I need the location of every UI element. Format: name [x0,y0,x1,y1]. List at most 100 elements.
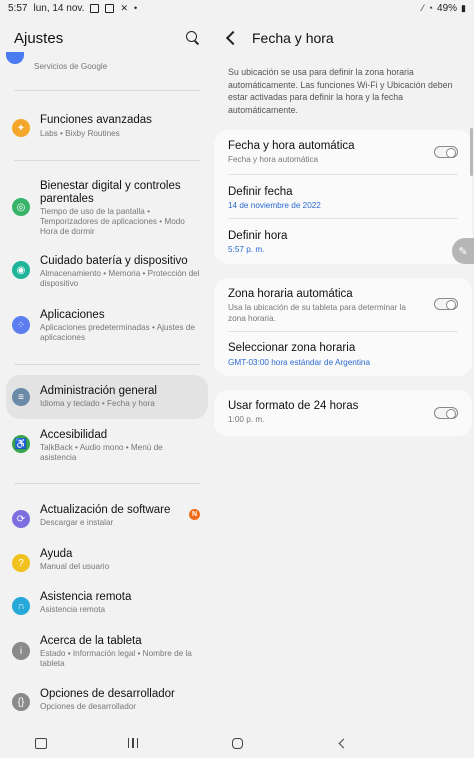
recent-apps-icon [127,738,139,748]
auto-timezone-row[interactable]: Zona horaria automática Usa la ubicación… [214,278,472,330]
more-notifications-icon: • [133,3,138,13]
scrollbar[interactable] [470,128,473,176]
list-item-subtitle: Estado • Información legal • Nombre de l… [40,649,192,668]
format-24h-row[interactable]: Usar formato de 24 horas 1:00 p. m. [214,390,472,436]
list-item-ayuda[interactable]: ? Ayuda Manual del usuario [6,548,208,578]
home-button[interactable] [230,736,244,750]
list-item-subtitle: Manual del usuario [40,562,110,571]
software-update-icon: ⟳ [12,510,30,528]
settings-header: Ajustes [0,16,214,60]
help-icon: ? [12,554,30,572]
divider [14,483,200,484]
divider [14,364,200,365]
status-time: 5:57 [8,2,28,14]
auto-timezone-toggle[interactable] [434,298,458,310]
list-item-title: Acerca de la tableta [40,635,142,647]
list-item-title: Opciones de desarrollador [40,688,175,700]
list-item-subtitle: TalkBack • Audio mono • Menú de asistenc… [40,443,163,462]
list-item-subtitle: Tiempo de uso de la pantalla • Temporiza… [40,207,185,236]
auto-timezone-subtitle: Usa la ubicación de su tableta para dete… [228,303,406,323]
list-item-subtitle: Almacenamiento • Memoria • Protección de… [40,269,200,288]
list-item-opciones-desarrollador[interactable]: {} Opciones de desarrollador Opciones de… [6,688,208,718]
list-item-accesibilidad[interactable]: ♿ Accesibilidad TalkBack • Audio mono • … [6,429,208,465]
device-care-icon: ◉ [12,261,30,279]
list-item-subtitle: Idioma y teclado • Fecha y hora [40,399,155,408]
navigation-bar [0,728,474,758]
list-item-subtitle: Aplicaciones predeterminadas • Ajustes d… [40,323,195,342]
list-item-acerca-tableta[interactable]: i Acerca de la tableta Estado • Informac… [6,635,208,671]
list-item-subtitle: Servicios de Google [34,62,108,71]
select-timezone-row[interactable]: Seleccionar zona horaria GMT-03:00 hora … [214,332,472,376]
sliders-icon: ≡ [12,388,30,406]
location-description: Su ubicación se usa para definir la zona… [228,67,453,115]
select-timezone-value: GMT-03:00 hora estándar de Argentina [228,358,371,367]
format-24h-toggle[interactable] [434,407,458,419]
divider [14,90,200,91]
list-item-administracion-general[interactable]: ≡ Administración general Idioma y teclad… [6,375,208,419]
select-timezone-title: Seleccionar zona horaria [228,342,356,354]
no-signal-icon: ⁄ [422,3,424,13]
list-item-cuidado-bateria[interactable]: ◉ Cuidado batería y dispositivo Almacena… [6,255,208,291]
wifi-icon: ◔ [427,3,434,13]
auto-timezone-title: Zona horaria automática [228,288,353,300]
detail-title: Fecha y hora [252,30,334,46]
settings-list-pane: Ajustes Servicios de Google ✦ Funciones … [0,16,214,728]
status-date: lun, 14 nov. [33,2,85,14]
google-icon [6,52,24,64]
list-item-title: Asistencia remota [40,591,132,603]
auto-datetime-toggle[interactable] [434,146,458,158]
format-card: Usar formato de 24 horas 1:00 p. m. [214,390,472,436]
list-item-google-partial[interactable]: Servicios de Google [0,52,202,72]
list-item-subtitle: Asistencia remota [40,605,106,614]
list-item-subtitle: Descargar e instalar [40,518,114,527]
format-24h-subtitle: 1:00 p. m. [228,415,265,424]
search-icon[interactable] [186,31,200,45]
format-24h-title: Usar formato de 24 horas [228,400,359,412]
list-item-title: Accesibilidad [40,429,108,441]
headset-icon: ∩ [12,597,30,615]
page-title: Ajustes [14,29,64,47]
keyboard-toggle-button[interactable] [34,736,48,750]
battery-level: 49% [437,2,458,14]
timezone-card: Zona horaria automática Usa la ubicación… [214,278,472,376]
back-icon [338,738,348,748]
set-time-title: Definir hora [228,230,288,242]
date-time-card: Fecha y hora automática Fecha y hora aut… [214,130,472,264]
list-item-actualizacion-software[interactable]: ⟳ Actualización de software Descargar e … [6,504,208,534]
date-time-pane: Fecha y hora Su ubicación se usa para de… [214,16,474,728]
screenshot-notification-icon [105,3,115,13]
edit-pencil-icon[interactable]: ✎ [452,238,474,264]
auto-datetime-title: Fecha y hora automática [228,140,355,152]
list-item-funciones-avanzadas[interactable]: ✦ Funciones avanzadas Labs • Bixby Routi… [6,112,208,146]
divider [14,160,200,161]
list-item-aplicaciones[interactable]: ⁘ Aplicaciones Aplicaciones predetermina… [6,309,208,345]
gallery-notification-icon [90,3,100,13]
mute-notification-icon: ✕ [120,3,128,13]
list-item-title: Funciones avanzadas [40,114,152,126]
star-gear-icon: ✦ [12,119,30,137]
list-item-title: Bienestar digital y controles parentales [40,180,181,205]
detail-header: Fecha y hora [214,16,474,60]
auto-datetime-subtitle: Fecha y hora automática [228,155,319,164]
back-button[interactable] [336,736,350,750]
list-item-title: Aplicaciones [40,309,105,321]
list-item-asistencia-remota[interactable]: ∩ Asistencia remota Asistencia remota [6,591,208,621]
accessibility-icon: ♿ [12,435,30,453]
developer-braces-icon: {} [12,693,30,711]
list-item-title: Administración general [40,385,157,397]
back-arrow-icon[interactable] [225,30,241,46]
list-item-subtitle: Labs • Bixby Routines [40,129,120,138]
set-date-row[interactable]: Definir fecha 14 de noviembre de 2022 [214,174,472,218]
set-date-title: Definir fecha [228,186,293,198]
info-icon: i [12,642,30,660]
list-item-bienestar-digital[interactable]: ◎ Bienestar digital y controles parental… [6,180,208,240]
new-badge: N [189,509,200,520]
set-time-row[interactable]: Definir hora 5:57 p. m. [214,218,472,262]
battery-icon: ▮ [461,3,466,13]
set-time-value: 5:57 p. m. [228,245,265,254]
list-item-title: Ayuda [40,548,73,560]
recent-apps-button[interactable] [126,736,140,750]
wellbeing-icon: ◎ [12,198,30,216]
auto-datetime-row[interactable]: Fecha y hora automática Fecha y hora aut… [214,130,472,174]
home-icon [231,737,243,749]
